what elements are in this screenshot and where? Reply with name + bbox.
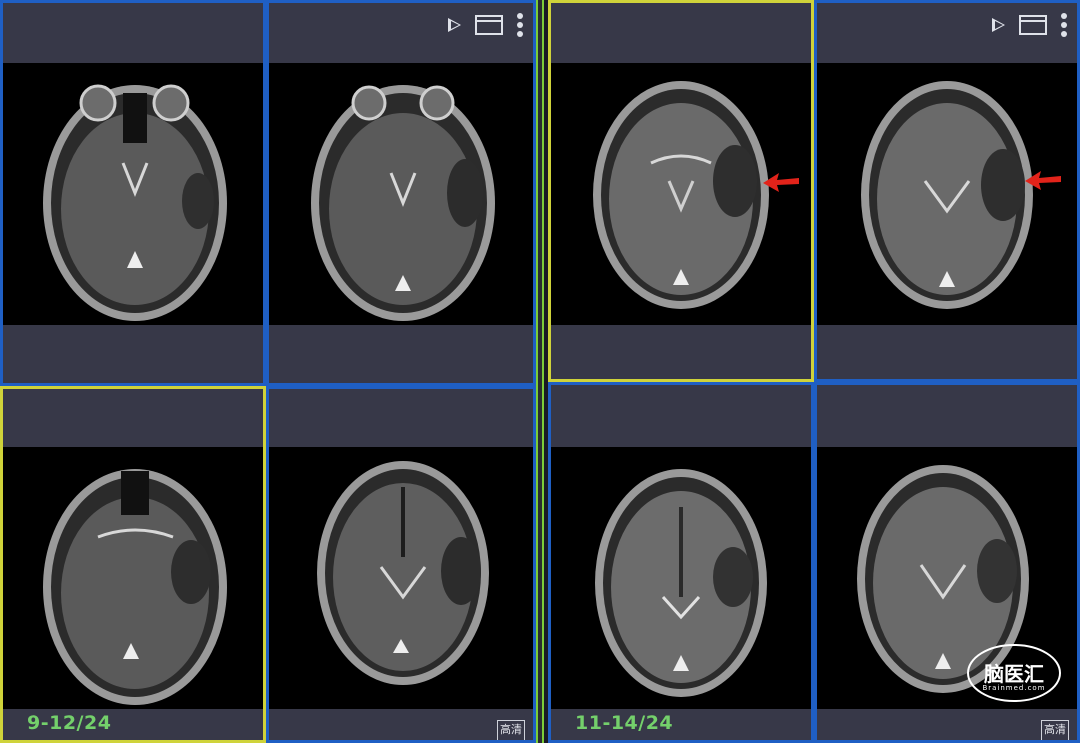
viewport-left-2[interactable] [266, 0, 536, 386]
red-arrow-annotation [1025, 171, 1061, 190]
study-date-label: 11-14/24 [575, 712, 674, 734]
mri-image [269, 63, 533, 325]
viewport-right-1[interactable] [548, 0, 814, 382]
more-vertical-icon[interactable] [1061, 13, 1067, 37]
watermark-subtitle: Brainmed.com [982, 684, 1046, 692]
window-icon[interactable] [1019, 15, 1047, 35]
play-icon[interactable] [992, 18, 1005, 32]
hd-quality-badge[interactable]: 高清 [497, 720, 525, 740]
viewport-right-2[interactable] [814, 0, 1080, 382]
mri-image [3, 447, 263, 709]
mri-image [551, 63, 811, 325]
study-group-right: 11-14/24 高清 [544, 0, 1080, 743]
viewport-left-4[interactable]: 高清 [266, 386, 536, 743]
hd-quality-badge[interactable]: 高清 [1041, 720, 1069, 740]
more-vertical-icon[interactable] [517, 13, 523, 37]
viewport-toolbar [992, 9, 1067, 41]
viewport-left-3[interactable]: 9-12/24 [0, 386, 266, 743]
mri-image [3, 63, 263, 325]
group-separator [536, 0, 544, 743]
watermark-logo: 脑医汇 Brainmed.com [964, 640, 1064, 706]
mri-image [817, 63, 1077, 325]
viewport-right-3[interactable]: 11-14/24 [548, 382, 814, 743]
study-date-label: 9-12/24 [27, 712, 112, 734]
play-icon[interactable] [448, 18, 461, 32]
viewport-left-1[interactable] [0, 0, 266, 386]
red-arrow-annotation [763, 173, 799, 192]
mri-image [269, 447, 533, 709]
watermark-name: 脑医汇 [984, 662, 1044, 686]
study-group-left: 9-12/24 高清 [0, 0, 536, 743]
window-icon[interactable] [475, 15, 503, 35]
viewport-toolbar [448, 9, 523, 41]
mri-image [551, 447, 811, 709]
